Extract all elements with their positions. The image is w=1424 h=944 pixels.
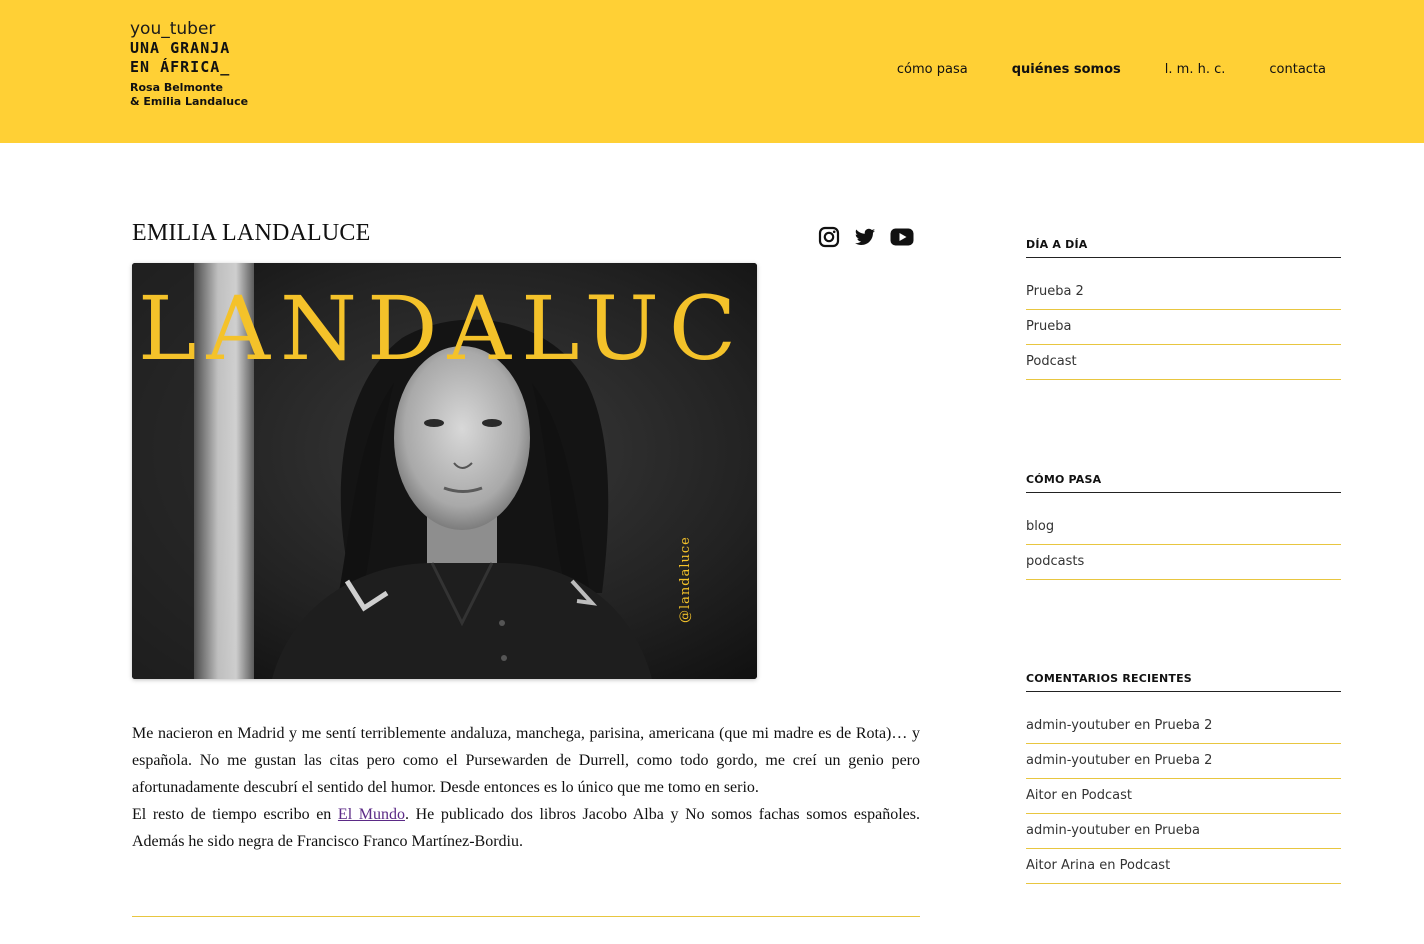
widget-comentarios-recientes: COMENTARIOS RECIENTES admin-youtuber en … <box>1026 672 1341 884</box>
list-item: admin-youtuber en Prueba 2 <box>1026 744 1341 779</box>
comment-post-link[interactable]: Podcast <box>1081 788 1132 803</box>
comment-author: Aitor Arina <box>1026 858 1096 873</box>
comment-sep: en <box>1056 788 1082 803</box>
profile-photo: LANDALUCE @landaluce <box>132 263 757 679</box>
category-list: blog podcasts <box>1026 519 1341 580</box>
post-link[interactable]: Prueba 2 <box>1026 284 1084 299</box>
comment-author: admin-youtuber <box>1026 718 1131 733</box>
bio-paragraph-1: Me nacieron en Madrid y me sentí terribl… <box>132 725 920 796</box>
main-content: EMILIA LANDALUCE LANDALUC @landaluce Me … <box>132 220 920 917</box>
logo-line-2: UNA GRANJA <box>130 39 231 57</box>
logo-line-4: Rosa Belmonte <box>130 81 224 94</box>
comment-author: Aitor <box>1026 788 1057 803</box>
list-item: Aitor en Podcast <box>1026 779 1341 814</box>
comment-sep: en <box>1130 823 1155 838</box>
bio-text: Me nacieron en Madrid y me sentí terribl… <box>132 720 920 855</box>
list-item: Aitor Arina en Podcast <box>1026 849 1341 884</box>
list-item: blog <box>1026 519 1341 545</box>
comment-list: admin-youtuber en Prueba 2 admin-youtube… <box>1026 718 1341 884</box>
bio-text-before-link: El resto de tiempo escribo en <box>132 806 338 823</box>
comment-author: admin-youtuber <box>1026 753 1131 768</box>
widget-title: COMENTARIOS RECIENTES <box>1026 672 1341 692</box>
instagram-icon[interactable] <box>818 226 840 248</box>
social-links <box>818 226 914 248</box>
widget-title: DÍA A DÍA <box>1026 238 1341 258</box>
comment-post-link[interactable]: Prueba 2 <box>1155 753 1213 768</box>
comment-sep: en <box>1095 858 1120 873</box>
page-title: EMILIA LANDALUCE <box>132 220 371 246</box>
logo-line-5: & Emilia Landaluce <box>130 95 249 108</box>
youtube-icon[interactable] <box>890 226 914 248</box>
list-item: Prueba <box>1026 310 1341 345</box>
content-divider <box>132 916 920 917</box>
logo-line-3: EN ÁFRICA_ <box>130 58 231 76</box>
list-item: admin-youtuber en Prueba 2 <box>1026 718 1341 744</box>
comment-post-link[interactable]: Prueba <box>1155 823 1200 838</box>
bio-paragraph-2: El resto de tiempo escribo en El Mundo. … <box>132 801 920 855</box>
list-item: Podcast <box>1026 345 1341 380</box>
category-link[interactable]: blog <box>1026 519 1054 534</box>
widget-dia-a-dia: DÍA A DÍA Prueba 2 Prueba Podcast <box>1026 238 1341 380</box>
comment-post-link[interactable]: Podcast <box>1120 858 1171 873</box>
widget-title: CÓMO PASA <box>1026 473 1341 493</box>
comment-author: admin-youtuber <box>1026 823 1131 838</box>
list-item: admin-youtuber en Prueba <box>1026 814 1341 849</box>
post-list: Prueba 2 Prueba Podcast <box>1026 284 1341 380</box>
nav-lmhc[interactable]: l. m. h. c. <box>1165 62 1226 77</box>
post-link[interactable]: Podcast <box>1026 354 1077 369</box>
widget-como-pasa: CÓMO PASA blog podcasts <box>1026 473 1341 580</box>
photo-handle: @landaluce <box>678 536 693 623</box>
category-link[interactable]: podcasts <box>1026 554 1084 569</box>
nav-contacta[interactable]: contacta <box>1269 62 1326 77</box>
list-item: Prueba 2 <box>1026 284 1341 310</box>
comment-post-link[interactable]: Prueba 2 <box>1155 718 1213 733</box>
comment-sep: en <box>1130 753 1155 768</box>
photo-overlay-title: LANDALUCE <box>138 281 750 377</box>
main-nav: cómo pasa quiénes somos l. m. h. c. cont… <box>853 62 1326 77</box>
el-mundo-link[interactable]: El Mundo <box>338 806 405 823</box>
nav-quienes-somos[interactable]: quiénes somos <box>1012 62 1121 77</box>
site-header: you_tuber UNA GRANJA EN ÁFRICA_ Rosa Bel… <box>0 0 1424 143</box>
comment-sep: en <box>1130 718 1155 733</box>
site-logo[interactable]: you_tuber UNA GRANJA EN ÁFRICA_ Rosa Bel… <box>110 12 270 130</box>
title-row: EMILIA LANDALUCE <box>132 220 920 256</box>
nav-como-pasa[interactable]: cómo pasa <box>897 62 968 77</box>
twitter-icon[interactable] <box>854 226 876 248</box>
post-link[interactable]: Prueba <box>1026 319 1071 334</box>
list-item: podcasts <box>1026 545 1341 580</box>
logo-line-1: you_tuber <box>130 19 216 39</box>
